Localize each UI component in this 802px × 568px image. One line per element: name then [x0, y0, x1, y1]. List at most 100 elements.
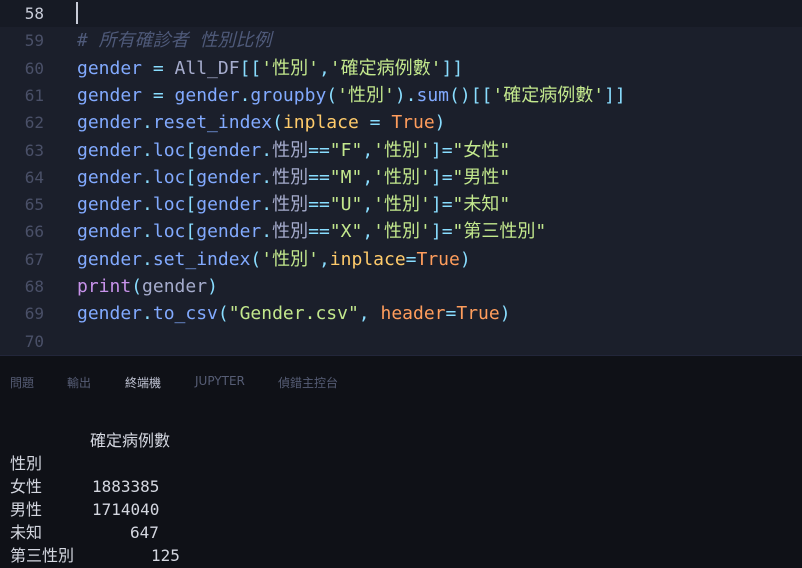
code-editor[interactable]: 58 59 # 所有確診者 性別比例 60 gender = All_DF[['性別',…	[0, 0, 802, 355]
code-token: ,	[362, 139, 374, 161]
code-text[interactable]: gender.to_csv("Gender.csv", header=True)	[77, 300, 511, 327]
code-token: 性別	[272, 194, 309, 216]
code-token: ]	[430, 221, 442, 243]
code-token: =	[445, 303, 457, 325]
line-number: 66	[24, 222, 44, 242]
code-token: "X"	[329, 221, 363, 243]
code-text[interactable]: gender.loc[gender.性別=="X",'性別']="第三性別"	[77, 218, 546, 245]
code-token: '確定病例數'	[492, 84, 605, 106]
code-token: ]]	[604, 84, 626, 106]
code-token: gender	[77, 112, 143, 134]
code-token: =	[441, 221, 453, 243]
code-token: gender	[174, 84, 240, 106]
code-text[interactable]: # 所有確診者 性別比例	[77, 27, 272, 54]
code-token: .	[142, 303, 153, 325]
code-token: gender	[196, 139, 262, 161]
code-line[interactable]: 70	[0, 328, 802, 355]
code-text[interactable]: gender.reset_index(inplace = True)	[77, 109, 446, 136]
line-number: 65	[24, 195, 44, 215]
code-token: loc	[152, 139, 186, 161]
code-text[interactable]: gender.loc[gender.性別=="F",'性別']="女性"	[77, 137, 510, 164]
row-label: 未知	[10, 523, 43, 542]
code-line[interactable]: 61 gender = gender.groupby('性別').sum()[['…	[0, 82, 802, 109]
code-line[interactable]: 69 gender.to_csv("Gender.csv", header=Tru…	[0, 300, 802, 327]
line-number: 59	[24, 31, 44, 51]
code-token: ,	[362, 166, 374, 188]
code-token: ,	[318, 57, 330, 79]
code-text[interactable]: gender = All_DF[['性別','確定病例數']]	[77, 55, 463, 82]
code-token: '確定病例數'	[329, 57, 442, 79]
code-token: ,	[318, 248, 330, 270]
code-token: gender	[77, 84, 143, 106]
panel-tabs: 問題 輸出 終端機 JUPYTER 偵錯主控台	[0, 356, 802, 411]
code-token: groupby	[250, 84, 327, 106]
code-token: gender	[77, 194, 143, 216]
code-token: gender	[142, 276, 208, 297]
panel-tab[interactable]: 問題	[10, 374, 34, 391]
code-token: [	[185, 194, 197, 216]
code-line[interactable]: 63 gender.loc[gender.性別=="F",'性別']="女性"	[0, 137, 802, 164]
code-token: )	[207, 276, 218, 297]
code-token: True	[391, 112, 435, 134]
row-label: 女性	[10, 477, 43, 496]
code-token: gender	[196, 221, 262, 243]
code-token: "Gender.csv"	[228, 303, 359, 325]
panel-tab[interactable]: 偵錯主控台	[278, 374, 338, 391]
code-line[interactable]: 65 gender.loc[gender.性別=="U",'性別']="未知"	[0, 191, 802, 218]
code-token: .	[142, 166, 153, 188]
code-token: True	[416, 248, 460, 270]
code-token: gender	[77, 166, 143, 188]
code-line[interactable]: 62 gender.reset_index(inplace = True)	[0, 109, 802, 136]
code-text[interactable]: gender.loc[gender.性別=="U",'性別']="未知"	[77, 191, 510, 218]
line-number: 62	[24, 113, 44, 133]
code-text[interactable]: gender.loc[gender.性別=="M",'性別']="男性"	[77, 164, 510, 191]
code-line[interactable]: 60 gender = All_DF[['性別','確定病例數']]	[0, 55, 802, 82]
code-token: =	[142, 57, 175, 79]
code-token: .	[261, 221, 273, 243]
code-token: =	[358, 112, 392, 134]
code-token: '性別'	[261, 57, 319, 79]
code-token: ]	[430, 139, 442, 161]
code-text[interactable]: gender.set_index('性別',inplace=True)	[77, 246, 471, 273]
code-line[interactable]: 67 gender.set_index('性別',inplace=True)	[0, 246, 802, 273]
code-text[interactable]: gender = gender.groupby('性別').sum()[['確定…	[77, 82, 626, 109]
code-line[interactable]: 64 gender.loc[gender.性別=="M",'性別']="男性"	[0, 164, 802, 191]
text-cursor	[76, 2, 78, 24]
code-token: )	[434, 112, 446, 134]
code-token: ==	[308, 166, 330, 188]
code-token: .	[142, 139, 153, 161]
code-line[interactable]: 66 gender.loc[gender.性別=="X",'性別']="第三性別"	[0, 218, 802, 245]
code-line[interactable]: 58	[0, 0, 802, 27]
code-token: gender	[196, 166, 262, 188]
code-token: =	[441, 194, 453, 216]
code-text[interactable]: print(gender)	[77, 273, 218, 300]
code-token: ==	[308, 221, 330, 243]
code-token: .	[142, 194, 153, 216]
row-value: 125	[151, 546, 180, 565]
code-token: gender	[77, 139, 143, 161]
panel-tab[interactable]: JUPYTER	[195, 374, 245, 388]
panel-tab[interactable]: 輸出	[67, 374, 91, 391]
code-token: 性別	[272, 139, 309, 161]
code-line[interactable]: 59 # 所有確診者 性別比例	[0, 27, 802, 54]
code-token: =	[441, 166, 453, 188]
code-token: header	[380, 303, 446, 325]
line-number: 68	[24, 277, 44, 296]
code-token: [	[185, 221, 197, 243]
code-token: .	[261, 139, 273, 161]
code-token: '性別'	[373, 139, 431, 161]
code-line[interactable]: 68 print(gender)	[0, 273, 802, 300]
code-token: ]	[430, 166, 442, 188]
code-token: gender	[77, 303, 143, 325]
row-value: 1714040	[92, 500, 160, 519]
code-token: =	[405, 248, 417, 270]
code-token: gender	[77, 57, 143, 79]
code-token: '性別'	[373, 194, 431, 216]
code-token: (	[217, 303, 229, 325]
code-token: '性別'	[373, 221, 431, 243]
code-token: (	[326, 84, 338, 106]
code-token: .	[261, 166, 273, 188]
line-number: 60	[24, 58, 44, 78]
code-token: gender	[196, 194, 262, 216]
panel-tab[interactable]: 終端機	[125, 374, 161, 391]
